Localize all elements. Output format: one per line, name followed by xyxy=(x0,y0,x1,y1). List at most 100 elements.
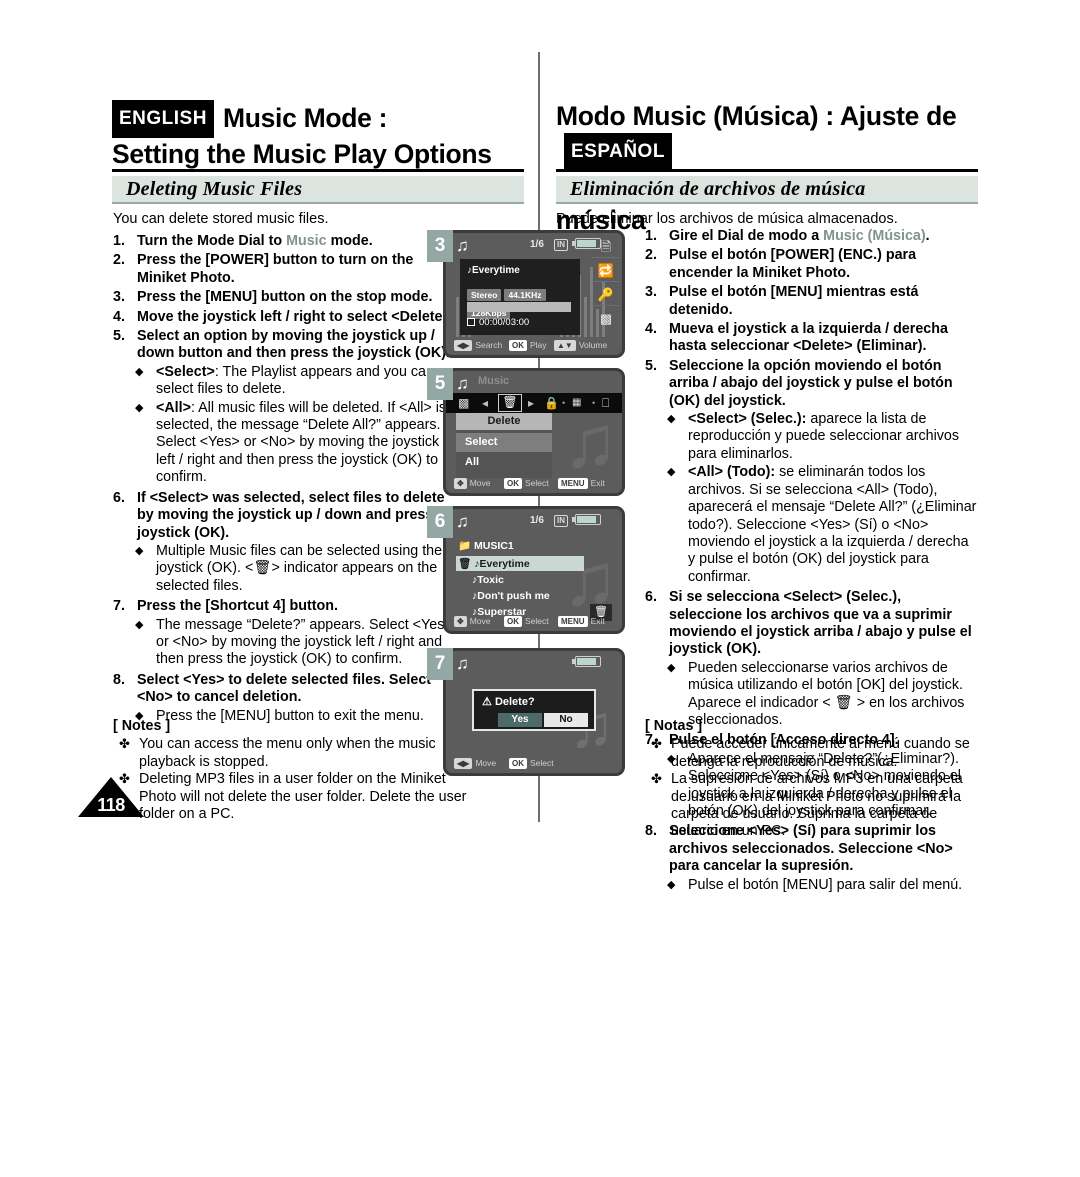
step-text: Pulse el botón [POWER] (ENC.) para encen… xyxy=(669,247,917,281)
repeat-icon[interactable]: 🔁 xyxy=(594,261,618,281)
dialog-message: ⚠ Delete? xyxy=(482,695,535,708)
lock-icon[interactable]: 🔒 xyxy=(544,395,559,411)
clover-bullet-icon: ✤ xyxy=(651,736,662,752)
lcd-figure-5: 5 ♫ ♫ Music ▩ ◂ 🗑 ▸ 🔒 • ▦ • ⎕ Delete Sel… xyxy=(427,368,637,500)
step-text-tail: . xyxy=(925,228,930,244)
trash-icon: 🗑 xyxy=(458,558,472,570)
hint-move: ✥ Move xyxy=(454,616,491,627)
manual-page: ENGLISH Music Mode : Setting the Music Pl… xyxy=(0,0,1080,1177)
joystick-icon: ✥ xyxy=(454,478,467,489)
diamond-bullet-icon: ◆ xyxy=(135,365,144,378)
english-title-line1: Music Mode : xyxy=(222,103,388,133)
diamond-bullet-icon: ◆ xyxy=(667,878,676,891)
track-row[interactable]: ♪Don't push me xyxy=(458,590,550,602)
note-item: ✤ La supresión de archivos MP3 en una ca… xyxy=(645,771,978,841)
lcd-figure-7: 7 ♫ ♫ ⚠ Delete? Yes No ◀▶Move OKSelect xyxy=(427,648,637,780)
bullet-lead: <Select> xyxy=(156,363,215,380)
bullet-lead: <All> (Todo): xyxy=(688,464,776,481)
step-item: 1. Turn the Mode Dial to Music mode. xyxy=(113,233,461,250)
arrow-keys-icon: ◀▶ xyxy=(454,340,473,351)
step-text: Move the joystick left / right to select… xyxy=(137,308,455,325)
folder-name: MUSIC1 xyxy=(474,540,514,552)
confirm-dialog: ⚠ Delete? Yes No xyxy=(472,689,596,731)
playback-time: 00:00/03:00 xyxy=(479,317,530,328)
track-name: Don't push me xyxy=(477,590,550,602)
ok-key-icon: OK xyxy=(509,758,527,769)
lcd-bottom-hint-bar: ◀▶ Search OK Play ▲▼ Volume xyxy=(446,336,622,355)
hint-exit: MENU Exit xyxy=(558,616,605,627)
track-row[interactable]: ♪Toxic xyxy=(458,574,504,586)
lcd-mode-title: Music xyxy=(478,375,510,387)
sample-rate-chip: 44.1KHz xyxy=(504,289,546,301)
lcd-top-bar: ♫ 1/6 IN xyxy=(446,509,622,533)
chevron-left-icon: ◂ xyxy=(482,396,489,410)
memory-indicator: IN xyxy=(554,515,568,527)
step-text: Pulse el botón [MENU] mientras está dete… xyxy=(669,284,919,318)
display-icon[interactable]: ⎕ xyxy=(602,395,609,411)
lcd-figure-3: 3 ♫ 1/6 IN ♪Everytime Stereo44.1KHz128K xyxy=(427,230,637,362)
folder-row: 📁 MUSIC1 xyxy=(458,539,514,552)
track-row-selected[interactable]: 🗑 ♪Everytime xyxy=(458,557,530,570)
section-title-spanish: Eliminación de archivos de música xyxy=(570,178,866,200)
music-info-panel: ♪Everytime Stereo 44.1KHz128Kbps 00:00/03… xyxy=(460,259,580,335)
battery-icon xyxy=(572,514,601,525)
memory-icon[interactable]: ▦ xyxy=(572,395,581,411)
joystick-icon: ✥ xyxy=(454,616,467,627)
dialog-no-button[interactable]: No xyxy=(544,713,588,727)
hint-select: OK Select xyxy=(504,616,549,627)
memory-indicator: IN xyxy=(554,239,568,251)
step-badge-3: 3 xyxy=(427,230,453,262)
lead-text-english: You can delete stored music files. xyxy=(113,211,329,227)
lcd-bottom-hint-bar: ◀▶ Move OK Select xyxy=(446,754,622,773)
file-icon[interactable]: 🗎 xyxy=(594,237,618,257)
step-number: 2. xyxy=(645,247,657,264)
step-text: Seleccione la opción moviendo el botón a… xyxy=(669,357,953,409)
step-number: 7. xyxy=(113,598,125,615)
step-text-part: Turn the Mode Dial to xyxy=(137,233,283,249)
menu-item-all[interactable]: All xyxy=(456,453,552,472)
hint-search: ◀▶ Search xyxy=(454,340,502,351)
playback-time-row: 00:00/03:00 xyxy=(467,317,529,328)
page-number-badge: 118 xyxy=(78,777,144,817)
note-text: Puede acceder únicamente al menú cuando … xyxy=(671,736,970,770)
equalizer-icon[interactable]: ▩ xyxy=(458,395,469,411)
key-icon[interactable]: 🔑 xyxy=(594,285,618,305)
page-indicator: 1/6 xyxy=(530,239,544,250)
hint-select: OK Select xyxy=(509,758,554,769)
playback-progress-bar[interactable] xyxy=(467,302,571,312)
trash-icon[interactable]: 🗑 xyxy=(498,394,522,412)
clover-bullet-icon: ✤ xyxy=(119,736,130,752)
step-number: 6. xyxy=(113,489,125,506)
menu-item-select[interactable]: Select xyxy=(456,433,552,452)
dot-separator-icon: • xyxy=(592,398,596,408)
bullet-text: <Select> (Selec.): aparece la lista de r… xyxy=(688,411,959,462)
lcd-top-bar: ♫ xyxy=(446,651,622,675)
lcd-bottom-hint-bar: ✥ Move OK Select MENU Exit xyxy=(446,612,622,631)
hint-exit: MENU Exit xyxy=(558,478,605,489)
equalizer-icon[interactable]: ▩ xyxy=(594,309,618,329)
battery-icon xyxy=(572,656,601,667)
step-number: 6. xyxy=(645,589,657,606)
notes-spanish: [ Notas ] ✤ Puede acceder únicamente al … xyxy=(645,718,978,841)
dialog-yes-button[interactable]: Yes xyxy=(498,713,542,727)
step-accent-word: Music (Música) xyxy=(823,228,926,244)
hint-select: OK Select xyxy=(504,478,549,489)
hint-move: ✥ Move xyxy=(454,478,491,489)
bullet-item: ◆ Multiple Music files can be selected u… xyxy=(113,543,461,595)
page-number: 118 xyxy=(97,795,125,815)
note-item: ✤ Deleting MP3 files in a user folder on… xyxy=(113,771,473,823)
diamond-bullet-icon: ◆ xyxy=(667,413,676,426)
folder-icon: 📁 xyxy=(458,540,472,552)
english-title-line2: Setting the Music Play Options xyxy=(112,139,492,169)
step-text: Si se selecciona <Select> (Selec.), sele… xyxy=(669,589,972,658)
step-number: 3. xyxy=(645,284,657,301)
lcd-title-bar: ♫ Music xyxy=(446,371,622,393)
music-note-icon: ♫ xyxy=(456,236,469,255)
diamond-bullet-icon: ◆ xyxy=(135,618,144,631)
lcd-screen-music-play: ♫ 1/6 IN ♪Everytime Stereo 44.1KHz128Kbps… xyxy=(443,230,625,358)
step-number: 1. xyxy=(645,228,657,244)
page-indicator: 1/6 xyxy=(530,515,544,526)
bullet-lead: <All> xyxy=(156,399,191,416)
step-number: 5. xyxy=(645,357,657,374)
step-text: If <Select> was selected, select files t… xyxy=(137,489,459,541)
